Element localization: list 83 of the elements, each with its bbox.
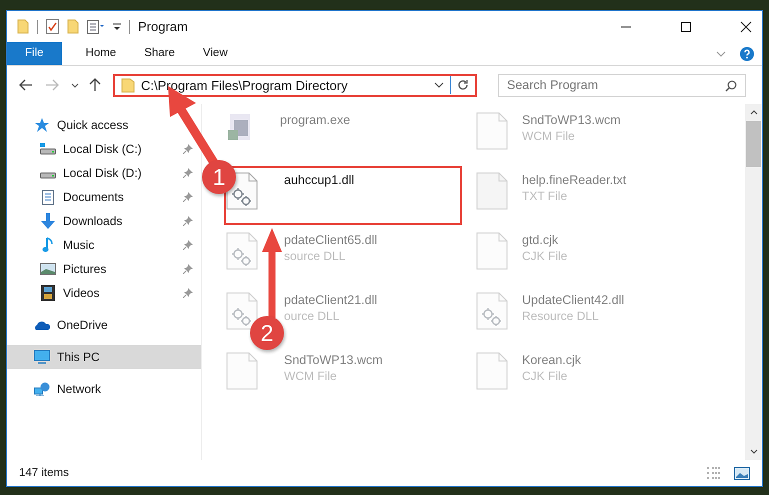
nav-item[interactable]: Videos	[7, 281, 201, 305]
file-type: WCM File	[284, 369, 338, 383]
nav-item[interactable]: Network	[7, 377, 201, 401]
file-type: ource DLL	[284, 309, 340, 323]
nav-item[interactable]: Quick access	[7, 113, 201, 137]
nav-item[interactable]: Local Disk (D:)	[7, 161, 201, 185]
file-name[interactable]: Korean.cjk	[522, 353, 582, 367]
file-name[interactable]: UpdateClient42.dll	[522, 293, 624, 307]
folder-icon	[17, 19, 29, 34]
scroll-down-icon[interactable]	[750, 449, 758, 454]
file-name[interactable]: pdateClient65.dll	[284, 233, 378, 247]
music-note-icon	[42, 237, 54, 253]
file-type: CJK File	[522, 249, 568, 263]
file-type: WCM File	[522, 129, 576, 143]
chevron-down-icon[interactable]	[71, 82, 79, 88]
pin-icon[interactable]	[183, 288, 193, 298]
help-icon[interactable]	[740, 46, 754, 60]
file-icon	[476, 172, 508, 210]
search-icon	[725, 80, 737, 92]
ribbon-tab[interactable]: Share	[130, 42, 189, 65]
file-name[interactable]: SndToWP13.wcm	[284, 353, 383, 367]
dropdown-icon[interactable]	[113, 22, 121, 32]
pin-icon[interactable]	[183, 240, 193, 250]
drive-icon	[40, 143, 56, 155]
close-icon[interactable]	[740, 20, 752, 32]
chevron-down-icon[interactable]	[434, 82, 444, 88]
nav-item[interactable]: This PC	[7, 345, 201, 369]
file-type: CJK File	[522, 369, 568, 383]
item-count: 147 items	[19, 467, 69, 479]
file-icon	[476, 112, 508, 150]
network-icon	[34, 382, 50, 396]
up-icon[interactable]	[89, 78, 101, 92]
file-name[interactable]: program.exe	[280, 113, 350, 127]
file-name[interactable]: SndToWP13.wcm	[522, 113, 621, 127]
file-name[interactable]: gtd.cjk	[522, 233, 568, 247]
file-type: Resource DLL	[522, 309, 600, 323]
scrollbar-thumb[interactable]	[746, 121, 761, 167]
checklist-icon	[46, 19, 59, 34]
download-arrow-icon	[40, 213, 56, 229]
address-field[interactable]: C:\Program Files\Program Directory	[113, 74, 477, 96]
file-icon	[226, 352, 258, 390]
details-view-icon[interactable]	[706, 466, 722, 480]
file-name[interactable]: pdateClient21.dll	[284, 293, 378, 307]
nav-item[interactable]: Pictures	[7, 257, 201, 281]
ribbon-tab[interactable]: Home	[72, 42, 130, 65]
gears-file-icon	[226, 232, 258, 270]
back-icon[interactable]	[19, 79, 33, 91]
file-name[interactable]: auhccup1.dll	[284, 173, 354, 187]
folder-icon	[121, 78, 135, 92]
refresh-icon[interactable]	[457, 79, 469, 91]
file-type: source DLL	[284, 249, 346, 263]
cloud-icon	[34, 320, 50, 330]
nav-item[interactable]: Music	[7, 233, 201, 257]
monitor-icon	[34, 350, 50, 364]
nav-item[interactable]: Local Disk (C:)	[7, 137, 201, 161]
file-icon	[476, 352, 508, 390]
large-icons-view-icon[interactable]	[734, 466, 750, 480]
file-type: TXT File	[522, 189, 568, 203]
maximize-icon[interactable]	[680, 20, 692, 32]
scrollbar[interactable]	[745, 104, 762, 460]
window-title: Program	[138, 19, 188, 34]
properties-icon	[87, 20, 105, 34]
file-name[interactable]: help.fineReader.txt	[522, 173, 626, 187]
pin-icon[interactable]	[183, 168, 193, 178]
file-icon	[476, 232, 508, 270]
ribbon-tab[interactable]: View	[188, 42, 242, 65]
nav-item[interactable]: OneDrive	[7, 313, 201, 337]
gears-file-icon	[476, 292, 508, 330]
pin-icon[interactable]	[183, 216, 193, 226]
document-icon	[42, 190, 54, 204]
nav-item[interactable]: Downloads	[7, 209, 201, 233]
image-icon	[40, 263, 56, 275]
pin-icon[interactable]	[183, 192, 193, 202]
address-path: C:\Program Files\Program Directory	[141, 78, 348, 92]
nav-item[interactable]: Documents	[7, 185, 201, 209]
scroll-up-icon[interactable]	[750, 110, 758, 115]
film-icon	[41, 285, 55, 301]
star-icon	[35, 118, 49, 132]
pin-icon[interactable]	[183, 264, 193, 274]
folder-icon	[67, 19, 79, 34]
gears-file-icon	[226, 292, 258, 330]
pin-icon[interactable]	[183, 144, 193, 154]
search-field[interactable]: Search Program	[498, 74, 746, 96]
